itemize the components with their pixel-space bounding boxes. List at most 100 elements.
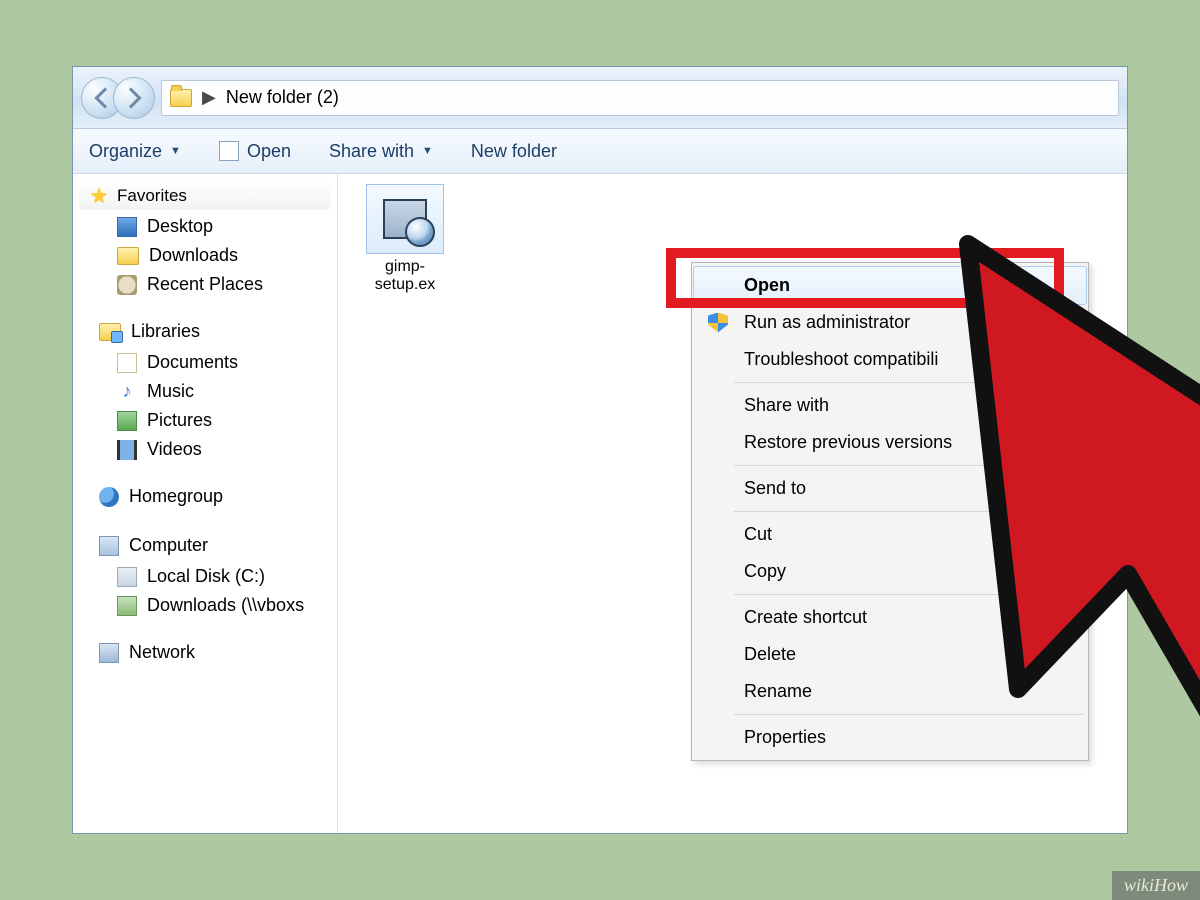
forward-button[interactable] [113, 77, 155, 119]
ctx-open[interactable]: Open [693, 266, 1087, 305]
sidebar-item-label: Downloads [149, 245, 238, 266]
sidebar-item-label: Documents [147, 352, 238, 373]
sidebar-group-favorites[interactable]: Favorites [79, 182, 331, 210]
ctx-separator [734, 382, 1084, 383]
libraries-icon [99, 323, 121, 341]
toolbar: Organize ▼ Open Share with ▼ New folder [73, 129, 1127, 174]
application-icon [219, 141, 239, 161]
sidebar-item-label: Music [147, 381, 194, 402]
ctx-separator [734, 594, 1084, 595]
new-folder-button[interactable]: New folder [471, 141, 557, 162]
sidebar-item-pictures[interactable]: Pictures [73, 406, 337, 435]
file-thumbnail [366, 184, 444, 254]
sidebar-item-desktop[interactable]: Desktop [73, 212, 337, 241]
sidebar-item-local-disk[interactable]: Local Disk (C:) [73, 562, 337, 591]
window-body: Favorites Desktop Downloads Recent Place… [73, 174, 1127, 833]
ctx-run-as-admin[interactable]: Run as administrator [694, 304, 1086, 341]
ctx-delete[interactable]: Delete [694, 636, 1086, 673]
network-drive-icon [117, 596, 137, 616]
context-menu: Open Run as administrator Troubleshoot c… [691, 262, 1089, 761]
ctx-share-with[interactable]: Share with ▶ [694, 387, 1086, 424]
sidebar-item-documents[interactable]: Documents [73, 348, 337, 377]
sidebar-item-network[interactable]: Network [73, 638, 337, 667]
network-icon [99, 643, 119, 663]
sidebar-item-label: Videos [147, 439, 202, 460]
ctx-properties[interactable]: Properties [694, 719, 1086, 756]
homegroup-label: Homegroup [129, 486, 223, 507]
computer-icon [99, 536, 119, 556]
organize-menu[interactable]: Organize ▼ [89, 141, 181, 162]
libraries-label: Libraries [131, 321, 200, 342]
computer-label: Computer [129, 535, 208, 556]
chevron-right-icon: ▶ [1065, 482, 1074, 496]
nav-buttons [81, 77, 155, 119]
share-with-menu[interactable]: Share with ▼ [329, 141, 433, 162]
ctx-send-to-label: Send to [744, 478, 806, 498]
sidebar-item-music[interactable]: ♪ Music [73, 377, 337, 406]
share-label: Share with [329, 141, 414, 162]
shield-icon [708, 313, 728, 333]
ctx-rename-label: Rename [744, 681, 812, 701]
sidebar-item-recent-places[interactable]: Recent Places [73, 270, 337, 299]
folder-icon [117, 247, 139, 265]
sidebar-item-label: Downloads (\\vboxs [147, 595, 304, 616]
sidebar-item-label: Local Disk (C:) [147, 566, 265, 587]
ctx-send-to[interactable]: Send to ▶ [694, 470, 1086, 507]
sidebar-item-label: Recent Places [147, 274, 263, 295]
sidebar-item-network-drive[interactable]: Downloads (\\vboxs [73, 591, 337, 620]
open-label: Open [247, 141, 291, 162]
chevron-right-icon: ▶ [1065, 399, 1074, 413]
sidebar-item-homegroup[interactable]: Homegroup [73, 482, 337, 511]
sidebar-item-videos[interactable]: Videos [73, 435, 337, 464]
address-text: New folder (2) [226, 87, 339, 108]
content-pane[interactable]: gimp- setup.ex Open Run as administrator… [338, 174, 1127, 833]
favorites-label: Favorites [117, 186, 187, 206]
ctx-cut[interactable]: Cut [694, 516, 1086, 553]
recent-icon [117, 275, 137, 295]
chevron-right-icon: ▶ [202, 87, 216, 108]
ctx-separator [734, 714, 1084, 715]
desktop-icon [117, 217, 137, 237]
file-item[interactable]: gimp- setup.ex [356, 184, 454, 295]
ctx-delete-label: Delete [744, 644, 796, 664]
ctx-copy[interactable]: Copy [694, 553, 1086, 590]
ctx-cut-label: Cut [744, 524, 772, 544]
disk-icon [117, 567, 137, 587]
ctx-troubleshoot-label: Troubleshoot compatibili [744, 349, 938, 369]
ctx-share-with-label: Share with [744, 395, 829, 415]
chevron-down-icon: ▼ [422, 145, 433, 157]
sidebar-item-downloads[interactable]: Downloads [73, 241, 337, 270]
ctx-restore-versions[interactable]: Restore previous versions [694, 424, 1086, 461]
new-folder-label: New folder [471, 141, 557, 162]
sidebar: Favorites Desktop Downloads Recent Place… [73, 174, 338, 833]
ctx-copy-label: Copy [744, 561, 786, 581]
network-label: Network [129, 642, 195, 663]
ctx-create-shortcut[interactable]: Create shortcut [694, 599, 1086, 636]
file-name-line2: setup.ex [356, 276, 454, 294]
homegroup-icon [99, 487, 119, 507]
music-icon: ♪ [117, 382, 137, 402]
ctx-properties-label: Properties [744, 727, 826, 747]
chevron-down-icon: ▼ [170, 145, 181, 157]
pictures-icon [117, 411, 137, 431]
organize-label: Organize [89, 141, 162, 162]
sidebar-group-libraries[interactable]: Libraries [73, 317, 337, 346]
sidebar-item-label: Desktop [147, 216, 213, 237]
ctx-shortcut-label: Create shortcut [744, 607, 867, 627]
explorer-window: ▶ New folder (2) Organize ▼ Open Share w… [72, 66, 1128, 834]
sidebar-item-label: Pictures [147, 410, 212, 431]
ctx-separator [734, 511, 1084, 512]
videos-icon [117, 440, 137, 460]
star-icon [89, 186, 109, 206]
ctx-troubleshoot[interactable]: Troubleshoot compatibili [694, 341, 1086, 378]
sidebar-group-computer[interactable]: Computer [73, 531, 337, 560]
folder-icon [170, 89, 192, 107]
watermark: wikiHow [1112, 871, 1200, 900]
ctx-run-as-admin-label: Run as administrator [744, 312, 910, 332]
open-button[interactable]: Open [219, 141, 291, 162]
ctx-separator [734, 465, 1084, 466]
ctx-restore-label: Restore previous versions [744, 432, 952, 452]
address-bar[interactable]: ▶ New folder (2) [161, 80, 1119, 116]
ctx-rename[interactable]: Rename [694, 673, 1086, 710]
titlebar: ▶ New folder (2) [73, 67, 1127, 129]
